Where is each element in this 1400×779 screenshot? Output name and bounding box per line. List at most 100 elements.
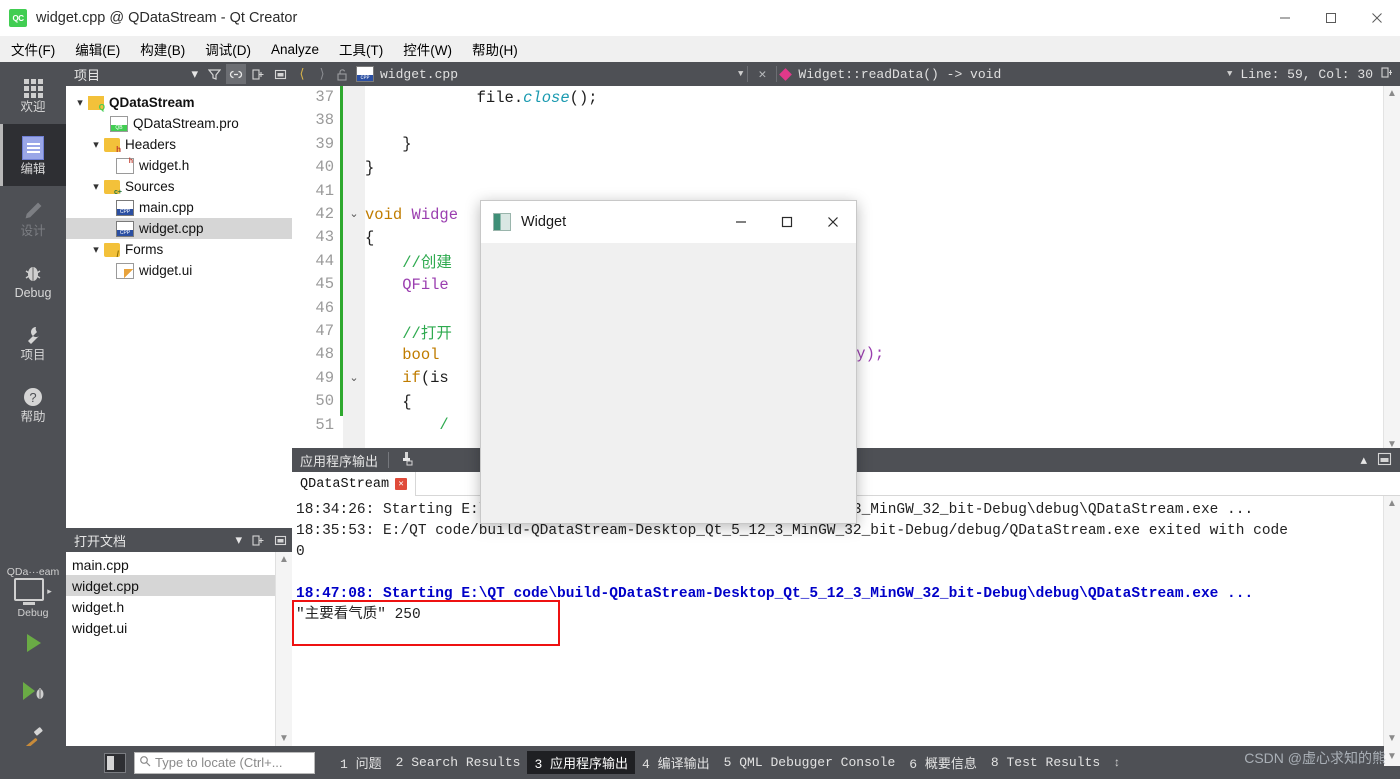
filter-icon[interactable] bbox=[204, 64, 224, 84]
tree-item-sources[interactable]: ▾ Sources bbox=[66, 176, 292, 197]
mode-projects[interactable]: 项目 bbox=[0, 310, 66, 372]
maximize-window-button[interactable] bbox=[1308, 0, 1354, 36]
code-line: } bbox=[365, 156, 1384, 179]
menu-build[interactable]: 构建(B) bbox=[131, 36, 194, 62]
chevron-down-icon[interactable]: ▾ bbox=[191, 66, 198, 82]
status-more-icon[interactable]: ↕ bbox=[1113, 756, 1120, 770]
scroll-up-arrow-icon[interactable]: ▲ bbox=[1387, 88, 1397, 99]
run-button[interactable] bbox=[0, 619, 66, 667]
code-token: void bbox=[365, 205, 412, 224]
mode-help[interactable]: ? 帮助 bbox=[0, 372, 66, 434]
corner-scroll-arrow-icon[interactable]: ▼ bbox=[1384, 746, 1400, 766]
chevron-down-icon[interactable]: ▾ bbox=[72, 96, 88, 109]
projects-panel: 项目 ▾ ▾ QDataStream ▾ bbox=[66, 62, 292, 528]
open-documents-scrollbar[interactable]: ▲ ▼ bbox=[275, 552, 292, 746]
close-editor-button[interactable]: ✕ bbox=[752, 63, 772, 85]
chevron-down-icon[interactable]: ▾ bbox=[88, 180, 104, 193]
mode-welcome[interactable]: 欢迎 bbox=[0, 62, 66, 124]
close-window-button[interactable] bbox=[1354, 0, 1400, 36]
fold-marker-icon[interactable]: ⌄ bbox=[343, 367, 365, 390]
menu-analyze[interactable]: Analyze bbox=[262, 39, 328, 60]
clear-output-icon[interactable] bbox=[399, 451, 415, 469]
split-editor-icon[interactable] bbox=[1381, 66, 1394, 83]
tree-item-widget-cpp[interactable]: widget.cpp bbox=[66, 218, 292, 239]
chevron-up-icon[interactable]: ▴ bbox=[1360, 452, 1367, 468]
tree-item-widget-h[interactable]: widget.h bbox=[66, 155, 292, 176]
toggle-sidebar-icon[interactable] bbox=[104, 752, 126, 773]
line-number: 48 bbox=[315, 345, 334, 364]
minimize-window-button[interactable] bbox=[1262, 0, 1308, 36]
file-dropdown-chevron-icon[interactable]: ▼ bbox=[738, 69, 743, 79]
close-icon[interactable]: ✕ bbox=[395, 478, 408, 490]
locator-input[interactable]: Type to locate (Ctrl+... bbox=[134, 751, 315, 774]
menu-tools[interactable]: 工具(T) bbox=[330, 36, 392, 62]
output-tab-qdatastream[interactable]: QDataStream ✕ bbox=[292, 472, 417, 496]
status-item-app-output[interactable]: 3 应用程序输出 bbox=[527, 751, 636, 774]
scroll-down-arrow-icon[interactable]: ▼ bbox=[1387, 733, 1397, 744]
status-item-overview[interactable]: 6 概要信息 bbox=[902, 751, 984, 774]
chevron-down-icon[interactable]: ▾ bbox=[88, 243, 104, 256]
close-panel-icon[interactable] bbox=[270, 64, 290, 84]
widget-app-window[interactable]: Widget bbox=[480, 200, 857, 524]
status-item-search[interactable]: 2 Search Results bbox=[389, 753, 528, 772]
fold-marker-icon[interactable]: ⌄ bbox=[343, 203, 365, 226]
start-debugging-button[interactable] bbox=[0, 667, 66, 715]
editor-scrollbar[interactable]: ▲ ▼ bbox=[1383, 86, 1400, 448]
tree-item-pro-file[interactable]: ▾ QDataStream.pro bbox=[66, 113, 292, 134]
tree-item-qdatastream[interactable]: ▾ QDataStream bbox=[66, 92, 292, 113]
tree-item-widget-ui[interactable]: widget.ui bbox=[66, 260, 292, 281]
editor-file-chip[interactable]: widget.cpp bbox=[356, 66, 458, 82]
svg-text:?: ? bbox=[29, 390, 36, 405]
scroll-down-arrow-icon[interactable]: ▼ bbox=[1387, 439, 1397, 448]
output-text[interactable]: 18:34:26: Starting E:\QT code\build-QDat… bbox=[292, 496, 1400, 746]
scroll-down-arrow-icon[interactable]: ▼ bbox=[279, 733, 289, 744]
tree-item-headers[interactable]: ▾ Headers bbox=[66, 134, 292, 155]
widget-minimize-button[interactable] bbox=[718, 201, 764, 243]
maximize-pane-icon[interactable] bbox=[1377, 452, 1392, 469]
mode-debug[interactable]: Debug bbox=[0, 248, 66, 310]
menu-edit[interactable]: 编辑(E) bbox=[66, 36, 129, 62]
close-panel-icon[interactable] bbox=[270, 530, 290, 550]
code-token: if bbox=[402, 369, 421, 388]
unlock-icon[interactable] bbox=[332, 63, 352, 85]
widget-close-button[interactable] bbox=[810, 201, 856, 243]
menu-help[interactable]: 帮助(H) bbox=[463, 36, 527, 62]
chevron-down-icon[interactable]: ▾ bbox=[88, 138, 104, 151]
open-doc-main-cpp[interactable]: main.cpp bbox=[66, 554, 292, 575]
menu-file[interactable]: 文件(F) bbox=[2, 36, 64, 62]
menu-window[interactable]: 控件(W) bbox=[394, 36, 461, 62]
line-number: 42 bbox=[315, 205, 334, 223]
widget-maximize-button[interactable] bbox=[764, 201, 810, 243]
menu-debug[interactable]: 调试(D) bbox=[196, 36, 260, 62]
editor-symbol-label[interactable]: Widget::readData() -> void bbox=[798, 67, 1001, 82]
chevron-left-icon[interactable]: ⟨ bbox=[292, 63, 312, 85]
tree-item-forms[interactable]: ▾ Forms bbox=[66, 239, 292, 260]
open-doc-widget-cpp[interactable]: widget.cpp bbox=[66, 575, 292, 596]
mode-edit[interactable]: 编辑 bbox=[0, 124, 66, 186]
status-item-test[interactable]: 8 Test Results bbox=[984, 753, 1107, 772]
status-item-issues[interactable]: 1 问题 bbox=[333, 751, 389, 774]
output-scrollbar[interactable]: ▲ ▼ bbox=[1383, 496, 1400, 746]
tree-item-main-cpp[interactable]: main.cpp bbox=[66, 197, 292, 218]
scroll-up-arrow-icon[interactable]: ▲ bbox=[279, 554, 289, 565]
chevron-right-icon[interactable]: ⟩ bbox=[312, 63, 332, 85]
line-number: 45 bbox=[315, 275, 334, 294]
spacer: ▾ bbox=[94, 117, 110, 130]
link-icon[interactable] bbox=[226, 64, 246, 84]
status-item-compile[interactable]: 4 编译输出 bbox=[635, 751, 717, 774]
status-item-qml-console[interactable]: 5 QML Debugger Console bbox=[717, 753, 903, 772]
kit-selector[interactable]: QDa···eam ▸ Debug bbox=[0, 560, 66, 619]
scroll-up-arrow-icon[interactable]: ▲ bbox=[1387, 498, 1397, 509]
symbol-dropdown-chevron-icon[interactable]: ▼ bbox=[1227, 69, 1232, 79]
split-icon[interactable] bbox=[248, 530, 268, 550]
chevron-down-icon[interactable]: ▾ bbox=[235, 532, 242, 548]
mode-design[interactable]: 设计 bbox=[0, 186, 66, 248]
open-doc-widget-ui[interactable]: widget.ui bbox=[66, 617, 292, 638]
open-doc-widget-h[interactable]: widget.h bbox=[66, 596, 292, 617]
project-tree: ▾ QDataStream ▾ QDataStream.pro ▾ Header… bbox=[66, 86, 292, 281]
code-token: close bbox=[523, 88, 570, 107]
split-icon[interactable] bbox=[248, 64, 268, 84]
widget-client-area[interactable] bbox=[481, 243, 856, 523]
code-token: bool bbox=[402, 345, 449, 364]
